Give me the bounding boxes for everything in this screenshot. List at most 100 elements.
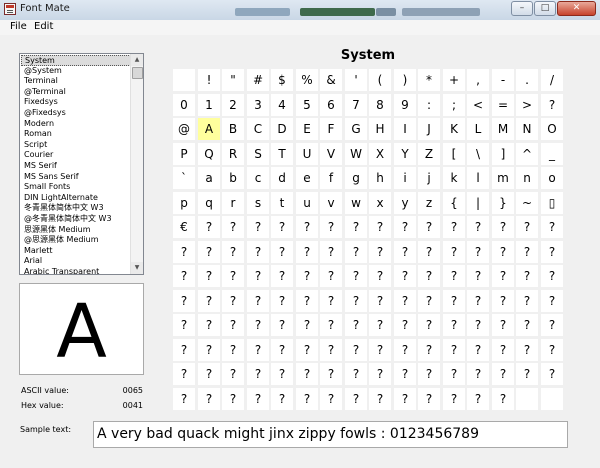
char-cell[interactable]: _	[541, 143, 563, 165]
char-cell[interactable]: J	[418, 118, 440, 140]
char-cell[interactable]: ?	[173, 290, 195, 312]
char-cell[interactable]: ?	[516, 290, 538, 312]
char-cell[interactable]: (	[369, 69, 391, 91]
char-cell[interactable]: ?	[271, 363, 293, 385]
char-cell[interactable]: ?	[320, 339, 342, 361]
char-cell[interactable]: ?	[492, 216, 514, 238]
char-cell[interactable]: ?	[345, 339, 367, 361]
char-cell[interactable]: ?	[541, 290, 563, 312]
char-cell[interactable]: =	[492, 94, 514, 116]
char-cell[interactable]: ?	[296, 363, 318, 385]
char-cell[interactable]: r	[222, 192, 244, 214]
char-cell[interactable]: 6	[320, 94, 342, 116]
char-cell[interactable]: e	[296, 167, 318, 189]
char-cell[interactable]: a	[198, 167, 220, 189]
char-cell[interactable]: ?	[418, 339, 440, 361]
char-cell[interactable]: &	[320, 69, 342, 91]
char-cell[interactable]: ?	[467, 290, 489, 312]
char-cell[interactable]: ?	[198, 388, 220, 410]
char-cell[interactable]: ?	[198, 290, 220, 312]
char-cell[interactable]: ?	[271, 290, 293, 312]
char-cell[interactable]: *	[418, 69, 440, 91]
scroll-down-arrow-icon[interactable]: ▼	[131, 262, 143, 274]
char-cell[interactable]: M	[492, 118, 514, 140]
char-cell[interactable]: ?	[173, 265, 195, 287]
char-cell[interactable]: b	[222, 167, 244, 189]
char-cell[interactable]: -	[492, 69, 514, 91]
char-cell[interactable]: ?	[443, 241, 465, 263]
char-cell[interactable]: ?	[541, 94, 563, 116]
char-cell[interactable]: i	[394, 167, 416, 189]
char-cell[interactable]: W	[345, 143, 367, 165]
char-cell[interactable]: g	[345, 167, 367, 189]
char-cell[interactable]: <	[467, 94, 489, 116]
char-cell[interactable]: s	[247, 192, 269, 214]
char-cell[interactable]: ?	[369, 290, 391, 312]
char-cell[interactable]: c	[247, 167, 269, 189]
char-cell[interactable]: ?	[443, 339, 465, 361]
char-cell[interactable]: 2	[222, 94, 244, 116]
char-cell[interactable]: ?	[296, 265, 318, 287]
char-cell[interactable]: ?	[345, 241, 367, 263]
char-cell[interactable]: ?	[247, 388, 269, 410]
char-cell[interactable]: t	[271, 192, 293, 214]
char-cell[interactable]: #	[247, 69, 269, 91]
char-cell[interactable]: z	[418, 192, 440, 214]
char-cell[interactable]: ?	[271, 339, 293, 361]
char-cell[interactable]: :	[418, 94, 440, 116]
char-cell[interactable]: 9	[394, 94, 416, 116]
char-cell[interactable]: f	[320, 167, 342, 189]
font-list-item[interactable]: @冬青黑体简体中文 W3	[21, 214, 131, 225]
char-cell[interactable]: ?	[394, 290, 416, 312]
font-list-scrollbar[interactable]: ▲ ▼	[130, 54, 143, 274]
font-list-item[interactable]: MS Sans Serif	[21, 172, 131, 183]
char-cell[interactable]: n	[516, 167, 538, 189]
char-cell[interactable]: %	[296, 69, 318, 91]
font-list-item[interactable]: Arabic Transparent	[21, 267, 131, 274]
char-cell[interactable]: ?	[271, 314, 293, 336]
close-button[interactable]: ✕	[557, 1, 596, 16]
char-cell[interactable]: V	[320, 143, 342, 165]
scrollbar-thumb[interactable]	[132, 67, 143, 79]
char-cell[interactable]: d	[271, 167, 293, 189]
char-cell[interactable]: ?	[492, 265, 514, 287]
char-cell[interactable]: ?	[222, 314, 244, 336]
char-cell[interactable]: ?	[394, 388, 416, 410]
char-cell[interactable]: ?	[345, 290, 367, 312]
char-cell[interactable]: ?	[296, 314, 318, 336]
font-list-item[interactable]: 冬青黑体简体中文 W3	[21, 203, 131, 214]
char-cell[interactable]: ?	[418, 216, 440, 238]
char-cell[interactable]: ?	[516, 241, 538, 263]
char-cell[interactable]: !	[198, 69, 220, 91]
char-cell[interactable]	[173, 69, 195, 91]
char-cell[interactable]: ?	[320, 265, 342, 287]
char-cell[interactable]: ?	[345, 363, 367, 385]
font-list-item[interactable]: Courier	[21, 150, 131, 161]
char-cell[interactable]: ?	[222, 241, 244, 263]
char-cell[interactable]: Q	[198, 143, 220, 165]
char-cell[interactable]: 8	[369, 94, 391, 116]
char-cell[interactable]: q	[198, 192, 220, 214]
char-cell[interactable]: ?	[369, 388, 391, 410]
char-cell[interactable]: v	[320, 192, 342, 214]
char-cell[interactable]: ?	[222, 339, 244, 361]
minimize-button[interactable]: –	[511, 1, 533, 16]
char-cell[interactable]: ?	[418, 363, 440, 385]
char-cell[interactable]: ?	[247, 290, 269, 312]
char-cell[interactable]: ?	[418, 290, 440, 312]
char-cell[interactable]: {	[443, 192, 465, 214]
char-cell[interactable]: ?	[296, 339, 318, 361]
char-cell[interactable]: 0	[173, 94, 195, 116]
char-cell[interactable]: F	[320, 118, 342, 140]
char-cell[interactable]: C	[247, 118, 269, 140]
char-cell[interactable]: ?	[369, 241, 391, 263]
char-cell[interactable]: ?	[492, 314, 514, 336]
char-cell[interactable]: ?	[320, 290, 342, 312]
menu-file[interactable]: File	[10, 21, 27, 32]
font-list-item[interactable]: MS Serif	[21, 161, 131, 172]
char-cell[interactable]: ?	[369, 314, 391, 336]
char-cell[interactable]: ?	[443, 314, 465, 336]
char-cell[interactable]: |	[467, 192, 489, 214]
char-cell[interactable]: N	[516, 118, 538, 140]
char-cell[interactable]: ?	[516, 216, 538, 238]
